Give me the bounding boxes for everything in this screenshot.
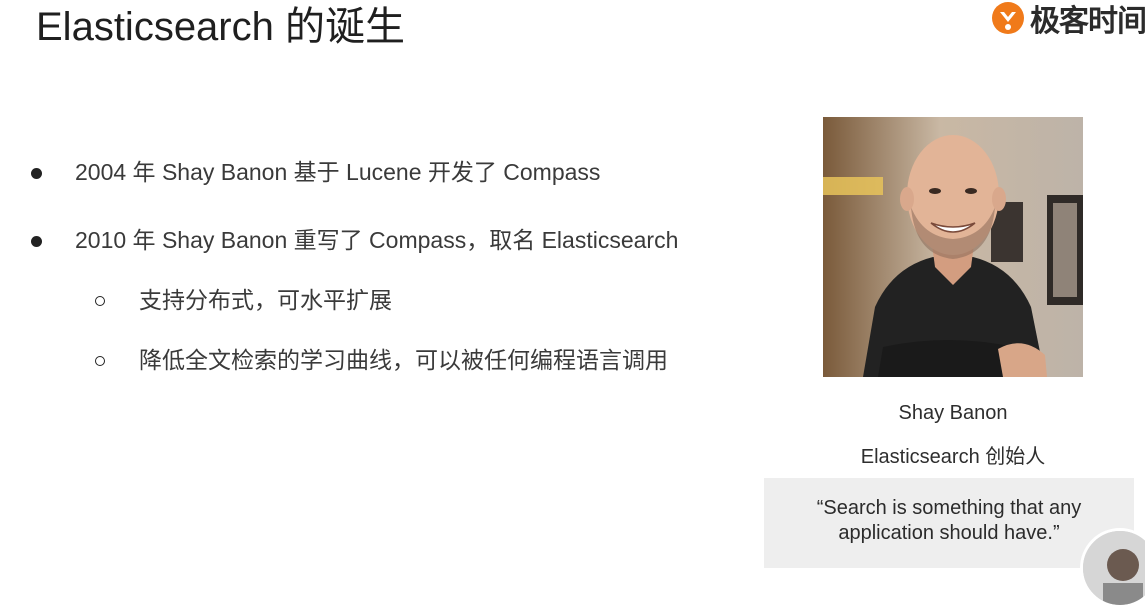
portrait-illustration: [823, 117, 1083, 377]
brand-logo: 极客时间: [990, 0, 1145, 36]
presenter-avatar: [1080, 528, 1145, 608]
quote-line: application should have.”: [838, 522, 1060, 544]
bullet-dot-icon: [31, 236, 42, 247]
bullet-dot-icon: [31, 168, 42, 179]
profile-role: Elasticsearch 创始人: [860, 446, 1046, 468]
quote-line: “Search is something that any: [816, 497, 1082, 519]
logo-text: 极客时间: [1030, 5, 1145, 36]
sub-bullet-item: 降低全文检索的学习曲线，可以被任何编程语言调用: [139, 347, 668, 373]
bullet-item: 2004 年 Shay Banon 基于 Lucene 开发了 Compass: [75, 159, 601, 185]
profile-name: Shay Banon: [898, 402, 1008, 424]
quote-box: “Search is something that any applicatio…: [764, 478, 1134, 568]
sub-bullet-item: 支持分布式，可水平扩展: [139, 287, 392, 313]
quote-text: “Search is something that any applicatio…: [764, 496, 1134, 546]
avatar-illustration: [1083, 531, 1145, 605]
geektime-logo-icon: [992, 2, 1024, 34]
sub-bullet-circle-icon: [95, 356, 105, 366]
sub-bullet-circle-icon: [95, 296, 105, 306]
slide-title: Elasticsearch 的诞生: [36, 5, 405, 49]
portrait-photo: [823, 117, 1083, 377]
bullet-item: 2010 年 Shay Banon 重写了 Compass，取名 Elastic…: [75, 227, 679, 253]
